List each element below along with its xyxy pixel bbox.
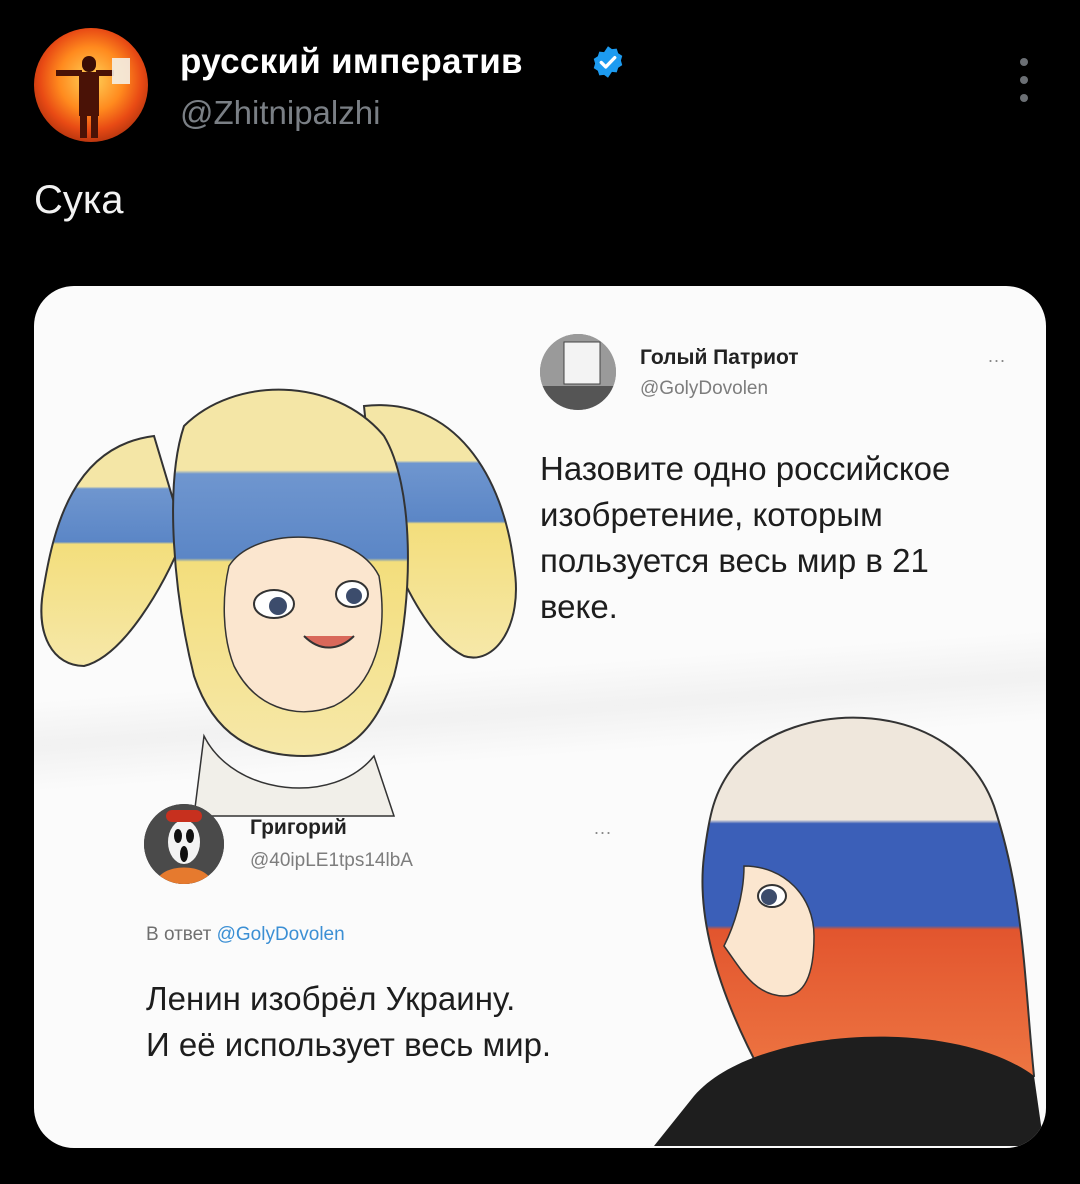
protest-sign-avatar-icon	[540, 334, 616, 410]
tweet-a-text: Назовите одно российское изобретение, ко…	[540, 450, 951, 625]
tweet-a-author-handle: @GolyDovolen	[640, 378, 769, 399]
tweet-a-more-icon: ...	[988, 346, 1007, 366]
author-handle[interactable]: @Zhitnipalzhi	[180, 94, 380, 132]
post-text: Сука	[34, 178, 124, 222]
tweet-a-avatar	[540, 334, 616, 410]
tweet-b-author-name: Григорий	[250, 816, 347, 839]
tweet-b-reply-line: В ответ @GolyDovolen	[146, 924, 345, 946]
more-options-icon[interactable]	[1012, 58, 1036, 124]
reply-mention: @GolyDovolen	[216, 924, 345, 945]
post-media-image[interactable]: Голый Патриот @GolyDovolen ... Назовите …	[34, 286, 1046, 1148]
author-display-name[interactable]: русский императив	[180, 42, 523, 82]
avatar-figure-icon	[56, 56, 130, 138]
russia-flag-girl-illustration	[654, 716, 1044, 1146]
verified-badge-icon	[593, 46, 623, 78]
ghostface-avatar-icon	[144, 804, 224, 884]
author-avatar[interactable]	[34, 28, 148, 142]
post-header: русский императив @Zhitnipalzhi	[34, 28, 1046, 148]
tweet-b-avatar	[144, 804, 224, 884]
reply-prefix: В ответ	[146, 924, 212, 945]
ukraine-flag-girl-illustration	[40, 388, 517, 817]
tweet-b-author-handle: @40ipLE1tps14lbA	[250, 850, 413, 871]
tweet-b-text: Ленин изобрёл Украину. И её использует в…	[146, 980, 552, 1063]
tweet-b-more-icon: ...	[594, 818, 613, 838]
tweet-a-author-name: Голый Патриот	[640, 346, 799, 369]
